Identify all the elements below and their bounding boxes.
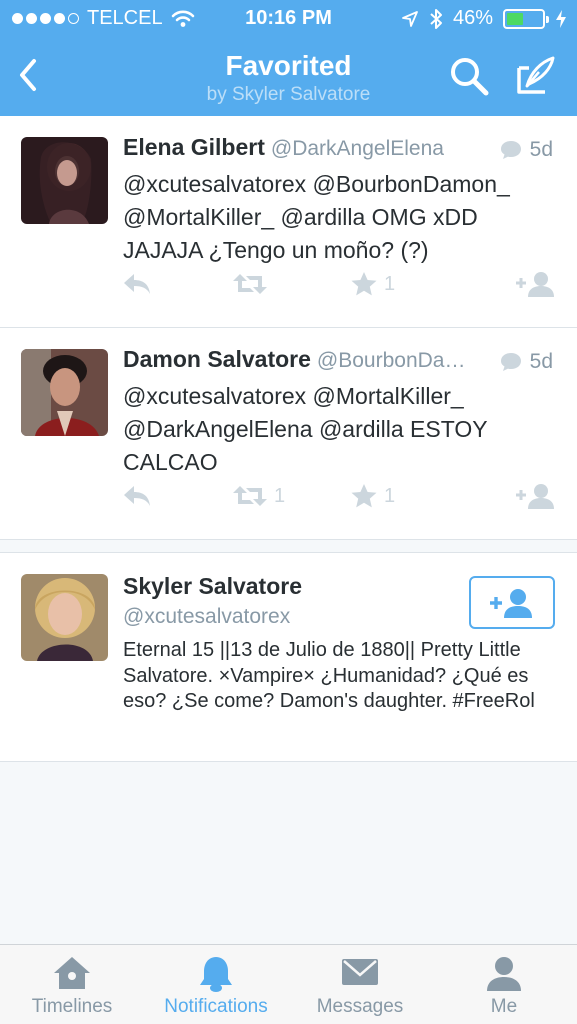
- tab-label: Messages: [316, 996, 404, 1017]
- avatar[interactable]: [21, 574, 108, 661]
- follow-user-button[interactable]: [516, 480, 556, 512]
- add-user-icon: [516, 484, 554, 509]
- reply-bubble-icon: [500, 141, 521, 159]
- tweet-card[interactable]: Damon Salvatore @BourbonDa… 5d @xcutesalv…: [0, 328, 577, 540]
- reply-button[interactable]: [122, 268, 152, 300]
- charging-bolt-icon: [556, 9, 566, 28]
- tab-notifications[interactable]: Notifications: [144, 945, 288, 1024]
- reply-icon: [124, 486, 150, 506]
- author-display-name: Elena Gilbert: [123, 134, 265, 160]
- tab-label: Timelines: [31, 996, 113, 1017]
- section-gap: [0, 540, 577, 553]
- tweet-time: 5d: [500, 350, 553, 374]
- tweet-age: 5d: [529, 350, 553, 373]
- page-title: Favorited: [225, 50, 352, 81]
- author-handle: @DarkAngelElena: [270, 137, 444, 160]
- page-subtitle: by Skyler Salvatore: [206, 84, 371, 105]
- retweet-button[interactable]: 1: [232, 480, 285, 512]
- tab-me[interactable]: Me: [432, 945, 576, 1024]
- retweet-button[interactable]: [232, 268, 274, 300]
- follow-button[interactable]: [469, 576, 555, 629]
- location-arrow-icon: [402, 10, 418, 27]
- add-user-icon: [490, 588, 532, 618]
- reply-icon: [124, 274, 150, 294]
- content: Elena Gilbert @DarkAngelElena 5d @xcutesa…: [0, 116, 577, 762]
- tweet-text: @xcutesalvatorex @BourbonDamon_ @MortalK…: [123, 171, 510, 263]
- search-button[interactable]: [448, 55, 490, 97]
- star-icon: [351, 484, 377, 508]
- tweet-age: 5d: [529, 138, 553, 161]
- avatar[interactable]: [21, 137, 108, 224]
- profile-handle: @xcutesalvatorex: [123, 605, 291, 628]
- compose-button[interactable]: [515, 54, 557, 96]
- tab-label: Notifications: [164, 996, 268, 1017]
- envelope-icon: [342, 959, 378, 985]
- battery-percent: 46%: [452, 7, 493, 29]
- bluetooth-icon: [430, 8, 442, 29]
- profile-name[interactable]: Skyler Salvatore: [123, 573, 302, 600]
- tweet-text: @xcutesalvatorex @MortalKiller_ @DarkAng…: [123, 383, 488, 475]
- tweet-time: 5d: [500, 138, 553, 162]
- favorite-count: 1: [384, 272, 396, 295]
- retweet-count: 1: [274, 484, 286, 507]
- favorite-button[interactable]: 1: [350, 480, 395, 512]
- status-bar: TELCEL 10:16 PM 46%: [0, 0, 577, 36]
- bell-icon: [200, 957, 232, 992]
- tab-label: Me: [490, 996, 518, 1017]
- retweet-icon: [233, 274, 267, 294]
- profile-bio: Eternal 15 ||13 de Julio de 1880|| Prett…: [123, 639, 535, 712]
- battery-icon: [503, 8, 549, 29]
- reply-bubble-icon: [500, 353, 521, 371]
- author-handle: @BourbonDa…: [316, 349, 466, 372]
- favorite-count: 1: [384, 484, 396, 507]
- top-bar: TELCEL 10:16 PM 46% Favorited by Skyler: [0, 0, 577, 116]
- star-icon: [351, 272, 377, 296]
- add-user-icon: [516, 272, 554, 297]
- author-name[interactable]: Elena Gilbert @DarkAngelElena: [123, 134, 444, 161]
- avatar[interactable]: [21, 349, 108, 436]
- tweet-actions: 1 1: [122, 480, 562, 512]
- tab-bar: Timelines Notifications Messages Me: [0, 944, 577, 1024]
- tab-messages[interactable]: Messages: [288, 945, 432, 1024]
- favorite-button[interactable]: 1: [350, 268, 395, 300]
- tweet-actions: 1: [122, 268, 562, 300]
- profile-card[interactable]: Skyler Salvatore @xcutesalvatorex Eterna…: [0, 553, 577, 762]
- tweet-card[interactable]: Elena Gilbert @DarkAngelElena 5d @xcutesa…: [0, 116, 577, 328]
- tab-timelines[interactable]: Timelines: [0, 945, 144, 1024]
- author-name[interactable]: Damon Salvatore @BourbonDa…: [123, 346, 465, 373]
- retweet-icon: [233, 486, 267, 506]
- status-right: 46%: [401, 7, 567, 30]
- follow-user-button[interactable]: [516, 268, 556, 300]
- person-icon: [487, 957, 521, 991]
- home-icon: [54, 957, 90, 989]
- reply-button[interactable]: [122, 480, 152, 512]
- author-display-name: Damon Salvatore: [123, 346, 311, 372]
